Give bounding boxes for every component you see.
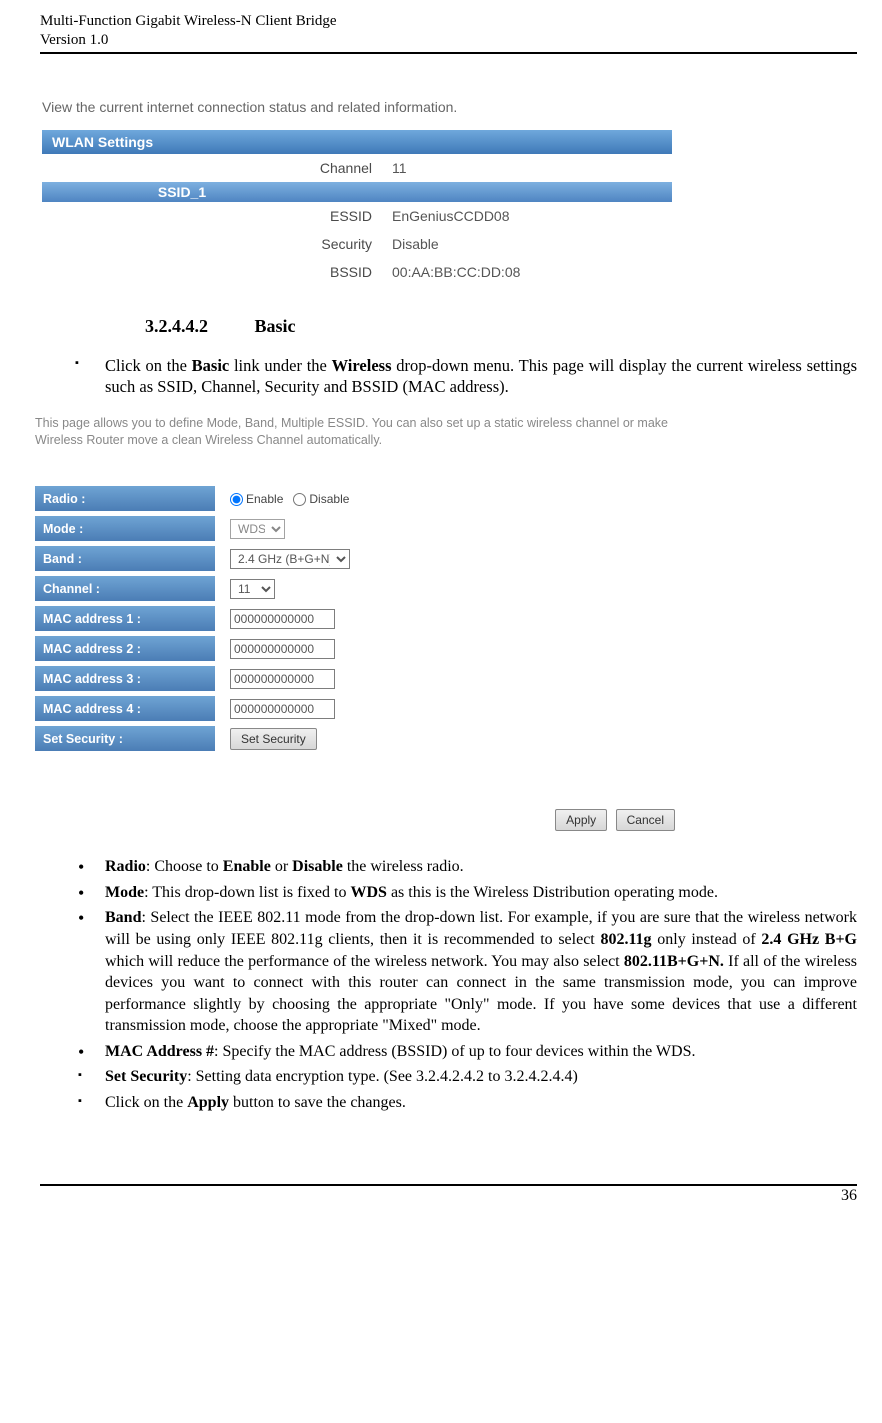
status-intro-text: View the current internet connection sta…: [42, 99, 855, 115]
mac3-input[interactable]: [230, 669, 335, 689]
essid-label: ESSID: [42, 202, 382, 230]
mac1-label: MAC address 1 :: [35, 606, 215, 632]
mac4-input[interactable]: [230, 699, 335, 719]
section-heading: 3.2.4.4.2 Basic: [145, 316, 857, 337]
section-title: Basic: [255, 316, 296, 336]
def-band: Band: Select the IEEE 802.11 mode from t…: [75, 907, 857, 1037]
mac2-input[interactable]: [230, 639, 335, 659]
radio-enable-input[interactable]: [230, 493, 243, 506]
intro-bullet: Click on the Basic link under the Wirele…: [75, 355, 857, 398]
bssid-label: BSSID: [42, 258, 382, 286]
section-number: 3.2.4.4.2: [145, 316, 250, 337]
radio-disable-option[interactable]: Disable: [293, 492, 349, 506]
mac3-label: MAC address 3 :: [35, 666, 215, 692]
set-security-label: Set Security :: [35, 726, 215, 752]
apply-button[interactable]: Apply: [555, 809, 607, 831]
form-action-row: Apply Cancel: [35, 809, 675, 831]
channel-label: Channel: [42, 154, 382, 182]
basic-form-screenshot: This page allows you to define Mode, Ban…: [35, 415, 695, 831]
bssid-value: 00:AA:BB:CC:DD:08: [382, 258, 672, 286]
intro-list: Click on the Basic link under the Wirele…: [40, 355, 857, 398]
mac1-input[interactable]: [230, 609, 335, 629]
mac4-label: MAC address 4 :: [35, 696, 215, 722]
radio-enable-option[interactable]: Enable: [230, 492, 283, 506]
radio-field: Enable Disable: [215, 492, 349, 506]
def-mac: MAC Address #: Specify the MAC address (…: [75, 1041, 857, 1063]
basic-form: Radio : Enable Disable Mode : WDS Band :…: [35, 484, 415, 754]
definitions-list: Radio: Choose to Enable or Disable the w…: [40, 856, 857, 1114]
cancel-button[interactable]: Cancel: [616, 809, 675, 831]
channel-label2: Channel :: [35, 576, 215, 602]
channel-select[interactable]: 11: [230, 579, 275, 599]
band-label: Band :: [35, 546, 215, 572]
header-divider: [40, 52, 857, 54]
status-table: WLAN Settings Channel 11 SSID_1 ESSID En…: [42, 130, 672, 286]
essid-value: EnGeniusCCDD08: [382, 202, 672, 230]
ssid-section-header: SSID_1: [42, 182, 672, 202]
channel-value: 11: [382, 154, 672, 182]
def-mode: Mode: This drop-down list is fixed to WD…: [75, 882, 857, 904]
radio-disable-input[interactable]: [293, 493, 306, 506]
radio-label: Radio :: [35, 486, 215, 512]
set-security-button[interactable]: Set Security: [230, 728, 317, 750]
band-select[interactable]: 2.4 GHz (B+G+N): [230, 549, 350, 569]
mode-select[interactable]: WDS: [230, 519, 285, 539]
security-value: Disable: [382, 230, 672, 258]
wlan-section-header: WLAN Settings: [42, 130, 672, 154]
doc-title-line1: Multi-Function Gigabit Wireless-N Client…: [40, 12, 857, 31]
security-label: Security: [42, 230, 382, 258]
status-screenshot: View the current internet connection sta…: [42, 99, 855, 286]
def-radio: Radio: Choose to Enable or Disable the w…: [75, 856, 857, 878]
mode-label: Mode :: [35, 516, 215, 542]
mac2-label: MAC address 2 :: [35, 636, 215, 662]
doc-header: Multi-Function Gigabit Wireless-N Client…: [40, 12, 857, 50]
doc-title-line2: Version 1.0: [40, 31, 857, 50]
def-apply: Click on the Apply button to save the ch…: [75, 1092, 857, 1114]
basic-intro-text: This page allows you to define Mode, Ban…: [35, 415, 695, 449]
def-set-security: Set Security: Setting data encryption ty…: [75, 1066, 857, 1088]
page-number: 36: [40, 1186, 857, 1205]
